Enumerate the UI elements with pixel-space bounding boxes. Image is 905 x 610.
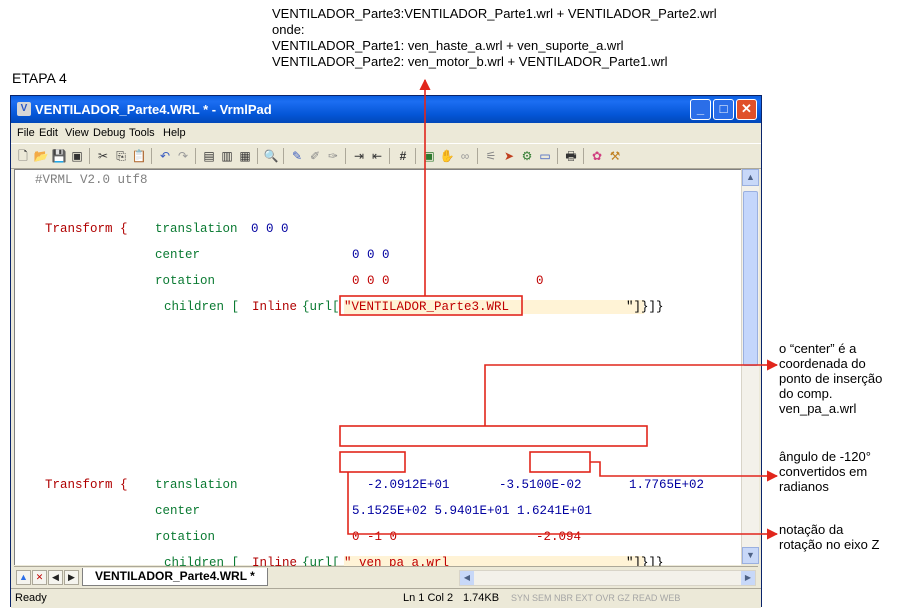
center-highlight-box [339, 425, 648, 447]
center-annotation: o “center” é a coordenada do ponto de in… [779, 341, 882, 416]
axis-annotation: notação da rotação no eixo Z [779, 522, 879, 552]
annotation-line: ponto de inserção [779, 371, 883, 386]
annotation-overlay [339, 78, 779, 540]
axis-connector [347, 472, 762, 535]
annotation-line: radianos [779, 479, 829, 494]
rotation-axis-box [339, 451, 406, 473]
url-highlight-box [339, 295, 523, 316]
annotation-line: ven_pa_a.wrl [779, 401, 857, 416]
annotation-line: ângulo de -120° [779, 449, 871, 464]
center-connector [484, 364, 762, 426]
annotation-line: coordenada do [779, 356, 866, 371]
annotation-line: rotação no eixo Z [779, 537, 880, 552]
annotation-line: notação da [779, 522, 844, 537]
annotation-line: o “center” é a [779, 341, 857, 356]
rotation-angle-box [529, 451, 591, 473]
annotation-line: do comp. [779, 386, 833, 401]
angle-connector [590, 461, 762, 477]
angle-annotation: ângulo de -120° convertidos em radianos [779, 449, 871, 494]
annotation-line: convertidos em [779, 464, 868, 479]
